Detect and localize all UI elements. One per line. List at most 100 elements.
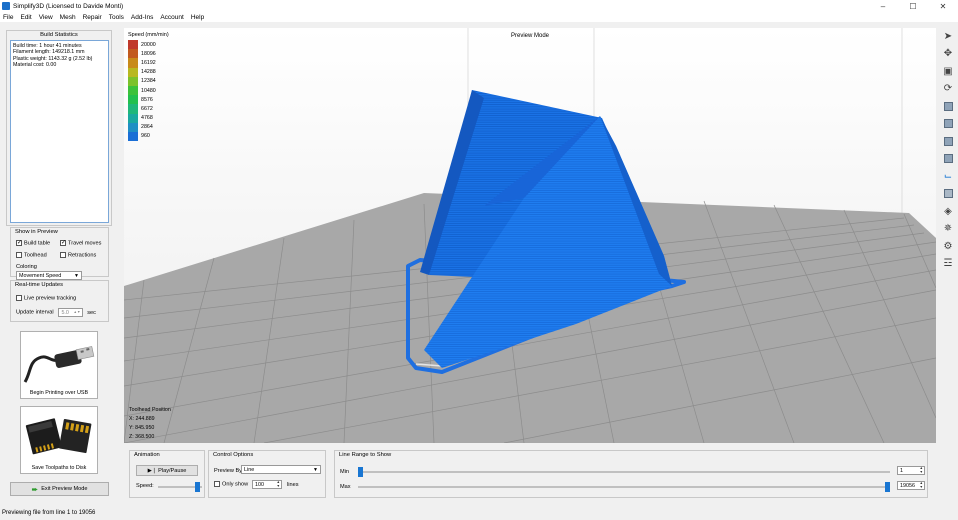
toolhead-y: Y: 845.950 xyxy=(129,425,155,431)
legend-value: 14288 xyxy=(141,69,156,76)
min-line-input[interactable]: 1 ▲ ▼ xyxy=(897,466,925,475)
back-arrow-icon: ➨ xyxy=(31,484,39,494)
view-top-icon[interactable] xyxy=(941,152,955,166)
menu-repair[interactable]: Repair xyxy=(83,14,102,21)
menu-add-ins[interactable]: Add-Ins xyxy=(131,14,153,21)
scene-canvas[interactable] xyxy=(124,28,936,443)
toolhead-position: Toolhead Position X: 244.889 Y: 845.950 … xyxy=(129,406,171,442)
settings-gear-icon[interactable]: ⚙ xyxy=(941,239,955,253)
legend-entry: 2864 xyxy=(128,122,169,132)
preview-viewport[interactable]: Preview Mode Speed (mm/min) 20000 18096 16… xyxy=(124,28,936,443)
only-show-option[interactable]: Only show xyxy=(214,481,248,488)
sd-card-icon xyxy=(25,418,92,455)
build-table-checkbox[interactable] xyxy=(16,239,22,247)
toolhead-position-title: Toolhead Position xyxy=(129,407,171,413)
speed-legend: Speed (mm/min) 20000 18096 16192 14288 12384… xyxy=(128,32,169,142)
axes-icon[interactable]: ⌙ xyxy=(941,169,955,183)
legend-entry: 8576 xyxy=(128,95,169,105)
travel-moves-option[interactable]: Travel moves xyxy=(60,239,101,247)
control-options-group: Control Options Preview By Line ▼ Only sh… xyxy=(208,450,326,498)
travel-moves-checkbox[interactable] xyxy=(60,239,66,247)
retractions-option[interactable]: Retractions xyxy=(60,252,96,259)
move-icon[interactable]: ✥ xyxy=(941,47,955,61)
app-logo-icon xyxy=(2,2,10,10)
lines-unit: lines xyxy=(287,482,299,488)
print-usb-card[interactable]: Begin Printing over USB xyxy=(20,331,98,399)
minimize-button[interactable]: – xyxy=(868,0,898,12)
show-in-preview-group: Show in Preview Build table Travel moves… xyxy=(10,227,109,280)
update-interval-unit: sec xyxy=(87,309,96,316)
menu-edit[interactable]: Edit xyxy=(20,14,31,21)
retractions-checkbox[interactable] xyxy=(60,252,66,259)
view-iso-icon[interactable] xyxy=(941,99,955,113)
max-line-slider-thumb[interactable] xyxy=(885,482,890,492)
menu-file[interactable]: File xyxy=(3,14,13,21)
legend-value: 4768 xyxy=(141,115,153,122)
legend-entry: 4768 xyxy=(128,113,169,123)
preview-mode-label: Preview Mode xyxy=(510,33,549,39)
only-show-checkbox[interactable] xyxy=(214,481,220,488)
build-table-option[interactable]: Build table xyxy=(16,239,50,247)
coloring-select[interactable]: Movement Speed ▼ xyxy=(16,271,82,280)
spinner-icon: ▲▼ xyxy=(276,480,280,488)
right-toolbar: ➤ ✥ ▣ ⟳ ⌙ ◈ ✵ ⚙ ☲ xyxy=(938,28,958,504)
min-line-slider-thumb[interactable] xyxy=(358,467,363,477)
legend-value: 6672 xyxy=(141,105,153,112)
save-toolpaths-card[interactable]: Save Toolpaths to Disk xyxy=(20,406,98,474)
line-range-title: Line Range to Show xyxy=(339,452,392,458)
line-range-group: Line Range to Show Min 1 ▲ ▼ Max 19056 ▲ ▼ xyxy=(334,450,928,498)
exit-preview-button[interactable]: ➨ Exit Preview Mode xyxy=(10,482,109,496)
title-bar: Simplify3D (Licensed to Davide Monti) – … xyxy=(0,0,958,12)
stat-material-cost: Material cost: 0.00 xyxy=(13,62,57,69)
coloring-row: Coloring Movement Speed ▼ xyxy=(16,264,108,280)
toolhead-checkbox[interactable] xyxy=(16,252,22,259)
shell-icon[interactable]: ◈ xyxy=(941,204,955,218)
menu-account[interactable]: Account xyxy=(160,14,184,21)
min-line-slider[interactable] xyxy=(358,471,890,473)
animation-title: Animation xyxy=(134,452,160,458)
menu-view[interactable]: View xyxy=(39,14,53,21)
live-tracking-label: Live preview tracking xyxy=(24,295,77,302)
chevron-down-icon: ▼ xyxy=(313,467,318,473)
build-statistics-title: Build Statistics xyxy=(40,32,78,38)
show-in-preview-title: Show in Preview xyxy=(15,229,58,235)
only-show-count-input[interactable]: 100 ▲ ▼ xyxy=(252,480,282,489)
cursor-icon[interactable]: ➤ xyxy=(941,29,955,43)
legend-entry: 20000 xyxy=(128,40,169,50)
print-usb-label: Begin Printing over USB xyxy=(29,390,89,396)
view-side-icon[interactable] xyxy=(941,134,955,148)
play-pause-button[interactable]: ▶❘ Play/Pause xyxy=(136,465,198,476)
legend-swatch xyxy=(128,104,138,114)
toolhead-option[interactable]: Toolhead xyxy=(16,252,47,259)
legend-value: 18096 xyxy=(141,50,156,57)
max-label: Max xyxy=(340,484,351,490)
legend-value: 960 xyxy=(141,133,150,140)
view-front-icon[interactable] xyxy=(941,117,955,131)
legend-entry: 18096 xyxy=(128,49,169,59)
legend-swatch xyxy=(128,67,138,77)
wireframe-icon[interactable] xyxy=(941,187,955,201)
menu-tools[interactable]: Tools xyxy=(109,14,124,21)
close-button[interactable]: ✕ xyxy=(928,0,958,12)
max-line-slider[interactable] xyxy=(358,486,890,488)
speed-slider-thumb[interactable] xyxy=(195,482,201,492)
preview-by-select[interactable]: Line ▼ xyxy=(241,465,321,474)
exit-preview-label: Exit Preview Mode xyxy=(41,486,88,492)
maximize-button[interactable]: ☐ xyxy=(898,0,928,12)
rotate-icon[interactable]: ⟳ xyxy=(941,82,955,96)
legend-value: 10480 xyxy=(141,87,156,94)
spinner-icon: ▲▼ xyxy=(919,466,923,474)
live-tracking-checkbox[interactable] xyxy=(16,295,22,302)
max-line-input[interactable]: 19056 ▲ ▼ xyxy=(897,481,925,490)
menu-mesh[interactable]: Mesh xyxy=(60,14,76,21)
cross-section-icon[interactable]: ✵ xyxy=(941,222,955,236)
menu-help[interactable]: Help xyxy=(191,14,204,21)
zoom-fit-icon[interactable]: ▣ xyxy=(941,64,955,78)
live-tracking-option[interactable]: Live preview tracking xyxy=(16,295,76,302)
update-interval-input[interactable]: 5.0 ▲▼ xyxy=(58,308,84,317)
layers-icon[interactable]: ☲ xyxy=(941,257,955,271)
legend-value: 20000 xyxy=(141,41,156,48)
toolhead-label: Toolhead xyxy=(24,252,47,259)
realtime-updates-group: Real-time Updates Live preview tracking … xyxy=(10,280,109,322)
bottom-controls: Animation ▶❘ Play/Pause Speed: Control O… xyxy=(124,448,936,504)
